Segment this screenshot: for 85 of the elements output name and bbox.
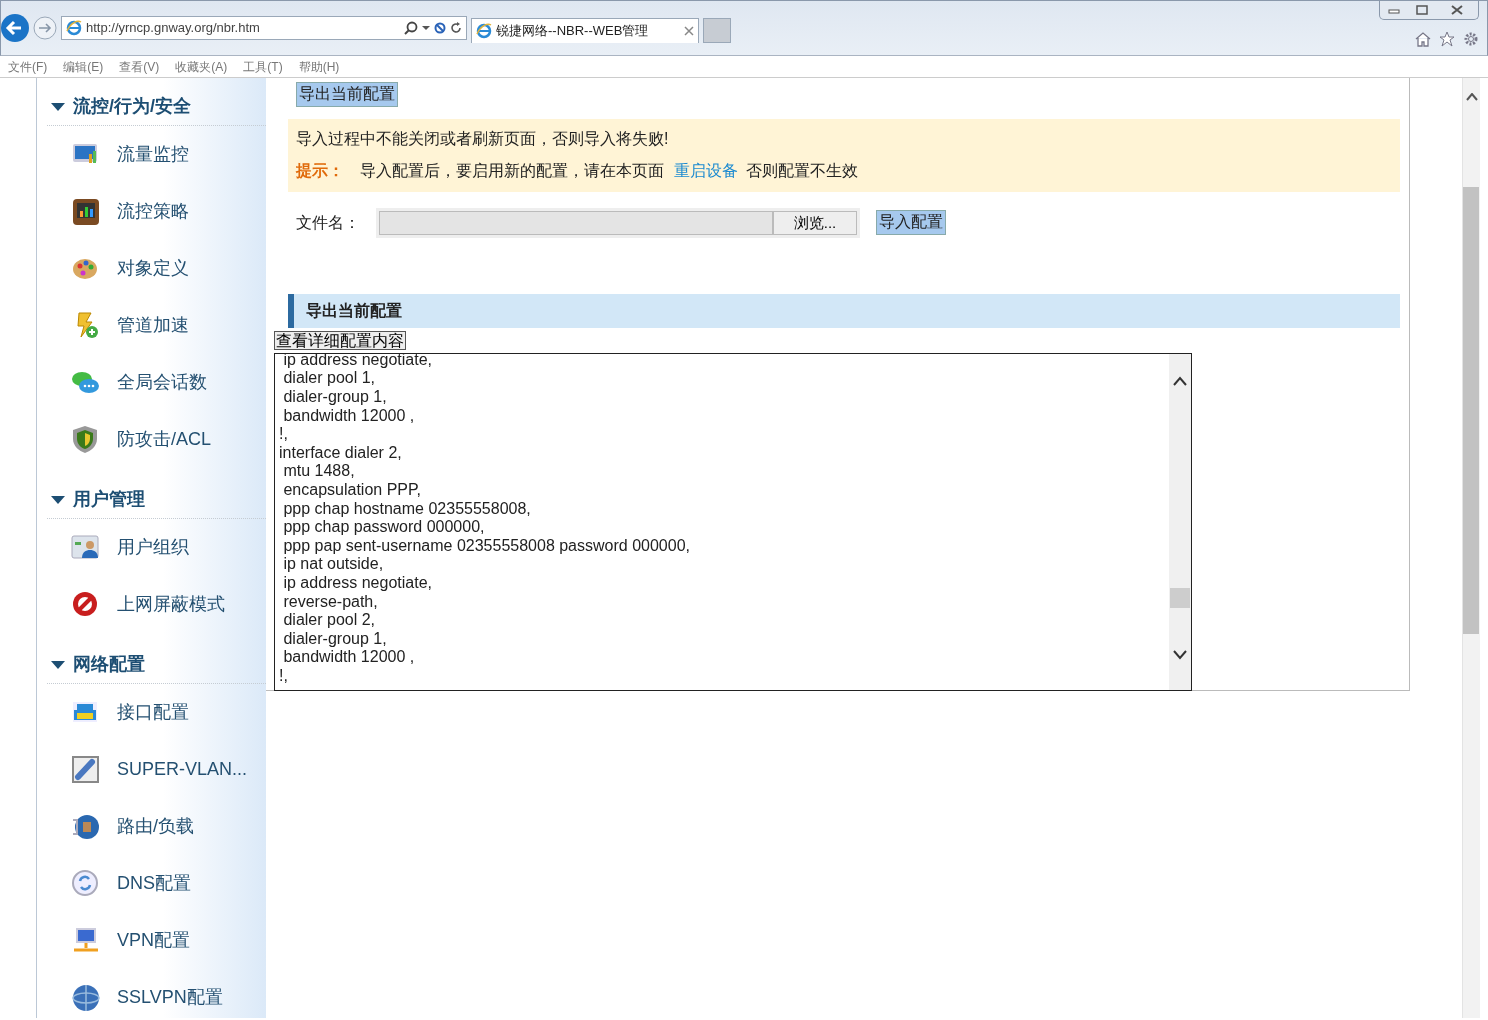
- sidebar-item[interactable]: VPN配置: [37, 912, 266, 969]
- tip-label: 提示：: [296, 160, 344, 181]
- config-text-area[interactable]: [274, 352, 1192, 691]
- config-line: bandwidth 12000 ,: [282, 648, 416, 667]
- config-line: bandwidth 12000 ,: [282, 406, 416, 426]
- search-icon[interactable]: [404, 21, 418, 35]
- scroll-up-icon[interactable]: [1466, 92, 1478, 101]
- star-icon[interactable]: [1439, 31, 1455, 47]
- refresh-icon[interactable]: [450, 22, 462, 34]
- menu-item[interactable]: 编辑(E): [63, 57, 104, 76]
- page-e-icon: [66, 20, 82, 36]
- view-config-button[interactable]: 查看详细配置内容: [274, 330, 406, 351]
- warning-text: 导入过程中不能关闭或者刷新页面，否则导入将失败!: [296, 128, 670, 149]
- file-picker[interactable]: 浏览...: [376, 207, 860, 238]
- sidebar-item[interactable]: 上网屏蔽模式: [37, 576, 266, 633]
- menu-item[interactable]: 文件(F): [8, 57, 48, 76]
- url-text: http://yrncp.gnway.org/nbr.htm: [86, 19, 261, 38]
- sidebar-item[interactable]: DNS配置: [37, 855, 266, 912]
- sidebar-section-header[interactable]: 用户管理: [47, 481, 266, 519]
- import-config-button[interactable]: 导入配置: [876, 210, 946, 236]
- minimize-icon: [1388, 6, 1400, 14]
- config-line: encapsulation PPP,: [282, 480, 423, 500]
- sidebar-item[interactable]: 路由/负载: [37, 798, 266, 855]
- menu-item[interactable]: 查看(V): [119, 57, 160, 76]
- scrollbar[interactable]: [1169, 353, 1191, 690]
- sidebar-section-header[interactable]: 网络配置: [47, 646, 266, 684]
- close-icon[interactable]: [684, 26, 694, 36]
- export-config-button[interactable]: 导出当前配置: [296, 82, 398, 107]
- sidebar-section-header[interactable]: 流控/行为/安全: [47, 88, 266, 126]
- maximize-icon: [1416, 5, 1428, 15]
- page-scrollbar[interactable]: [1462, 78, 1480, 1018]
- menu-item[interactable]: 工具(T): [243, 57, 283, 76]
- config-line: !,: [279, 666, 289, 686]
- tip-text: 导入配置后，要启用新的配置，请在本页面: [360, 160, 664, 181]
- config-line: !,: [279, 425, 289, 444]
- dropdown-caret-icon[interactable]: [422, 25, 430, 31]
- restart-device-link[interactable]: 重启设备: [674, 158, 738, 183]
- config-line: dialer pool 2,: [282, 611, 377, 630]
- section-header: 导出当前配置: [288, 293, 1400, 328]
- tab-title: 锐捷网络--NBR--WEB管理: [496, 22, 650, 41]
- globe-icon: [71, 982, 101, 1013]
- tip-suffix: 否则配置不生效: [746, 160, 858, 181]
- config-line: interface dialer 2,: [279, 443, 403, 463]
- caret-down-icon: [51, 659, 65, 670]
- chart-board-icon: [71, 196, 101, 227]
- config-line: ip nat outside,: [282, 555, 385, 574]
- config-line: dialer-group 1,: [282, 388, 388, 407]
- config-line: reverse-path,: [282, 592, 379, 612]
- page-e-icon: [476, 23, 492, 39]
- menu-item[interactable]: 收藏夹(A): [175, 57, 228, 76]
- sidebar-item[interactable]: 流量监控: [37, 126, 266, 183]
- settings-icon[interactable]: [1463, 31, 1479, 47]
- sidebar-item[interactable]: SUPER-VLAN...: [37, 741, 266, 798]
- config-line: ip address negotiate,: [282, 353, 433, 370]
- sidebar-item[interactable]: 防攻击/ACL: [37, 411, 266, 468]
- refresh-icon: [71, 868, 101, 899]
- config-line: ppp chap password 000000,: [282, 518, 486, 537]
- sidebar-item[interactable]: 接口配置: [37, 684, 266, 741]
- config-line: dialer pool 1,: [282, 369, 377, 388]
- scroll-up-icon[interactable]: [1173, 375, 1187, 386]
- menu-item[interactable]: 帮助(H): [298, 57, 340, 76]
- close-icon: [1451, 5, 1463, 15]
- config-line: ppp chap hostname 02355558008,: [282, 499, 532, 519]
- config-line: mtu 1488,: [282, 462, 356, 481]
- caret-down-icon: [51, 101, 65, 112]
- sidebar-item[interactable]: SSLVPN配置: [37, 969, 266, 1018]
- file-name-label: 文件名：: [296, 212, 360, 233]
- home-icon[interactable]: [1415, 31, 1431, 47]
- caret-down-icon: [51, 494, 65, 505]
- config-line: ppp pap sent-username 02355558008 password 000000,: [282, 536, 691, 556]
- config-line: dialer-group 1,: [282, 629, 388, 649]
- stop-icon[interactable]: [434, 22, 446, 34]
- cable-icon: [71, 754, 101, 785]
- sidebar-item[interactable]: 用户组织: [37, 519, 266, 576]
- browse-button[interactable]: 浏览...: [773, 210, 857, 235]
- scroll-thumb[interactable]: [1170, 587, 1190, 608]
- address-bar[interactable]: http://yrncp.gnway.org/nbr.htm: [61, 16, 467, 40]
- config-line: ip address negotiate,: [282, 573, 433, 593]
- sidebar-item[interactable]: 流控策略: [37, 183, 266, 240]
- sidebar-item[interactable]: 对象定义: [37, 240, 266, 297]
- scroll-down-icon[interactable]: [1173, 649, 1187, 660]
- scroll-thumb[interactable]: [1463, 187, 1479, 634]
- sidebar-item[interactable]: 全局会话数: [37, 354, 266, 411]
- browser-tab[interactable]: 锐捷网络--NBR--WEB管理: [471, 18, 699, 43]
- sidebar-item[interactable]: 管道加速: [37, 297, 266, 354]
